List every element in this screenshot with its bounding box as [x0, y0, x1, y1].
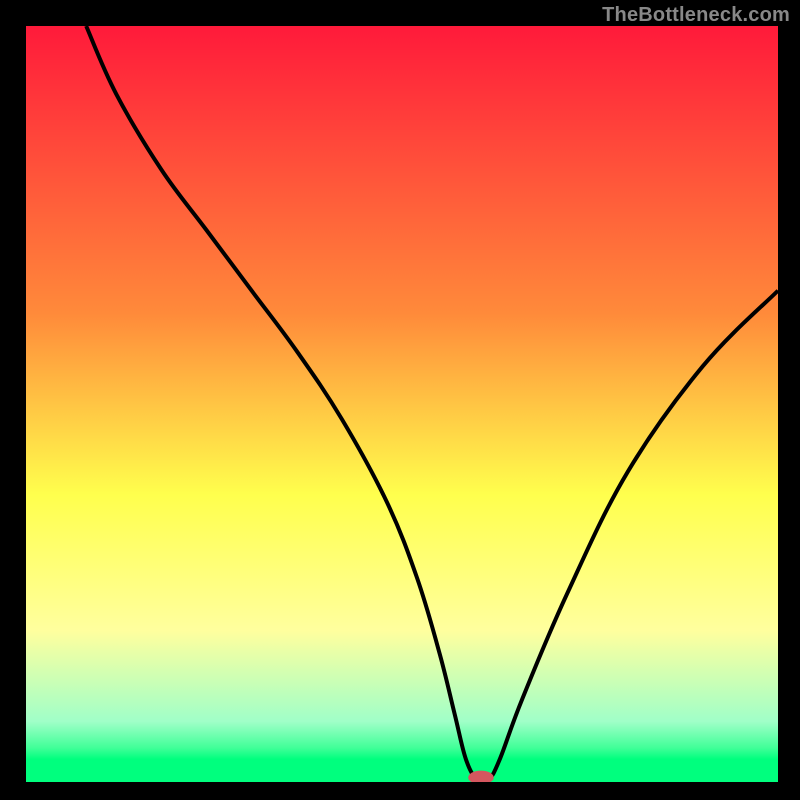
bottleneck-chart — [0, 0, 800, 800]
credit-text: TheBottleneck.com — [602, 4, 790, 27]
gradient-background — [26, 26, 778, 782]
chart-frame: TheBottleneck.com — [0, 0, 800, 800]
optimal-marker — [468, 771, 494, 785]
